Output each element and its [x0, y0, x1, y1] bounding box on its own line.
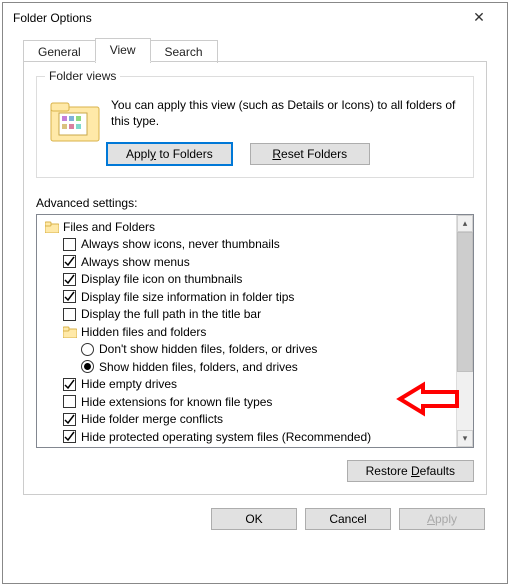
tree-item-full-path-title[interactable]: Display the full path in the title bar — [41, 306, 456, 322]
checkbox-icon — [63, 430, 76, 443]
checkbox-icon — [63, 308, 76, 321]
titlebar: Folder Options ✕ — [3, 3, 507, 30]
folder-views-text: You can apply this view (such as Details… — [107, 95, 463, 143]
window-title: Folder Options — [13, 11, 92, 25]
tab-search[interactable]: Search — [150, 40, 218, 63]
radio-icon — [81, 343, 94, 356]
reset-folders-button[interactable]: Reset Folders — [250, 143, 370, 165]
tree-item-hide-ext[interactable]: Hide extensions for known file types — [41, 394, 456, 410]
checkbox-icon — [63, 413, 76, 426]
tree-item-always-icons[interactable]: Always show icons, never thumbnails — [41, 236, 456, 252]
tree-item-hide-merge[interactable]: Hide folder merge conflicts — [41, 411, 456, 427]
advanced-settings-label: Advanced settings: — [36, 196, 474, 210]
tree-label: Hide extensions for known file types — [81, 395, 272, 409]
apply-button[interactable]: Apply — [399, 508, 485, 530]
tree-label: Show hidden files, folders, and drives — [99, 360, 298, 374]
vertical-scrollbar[interactable]: ▴ ▾ — [456, 215, 473, 447]
tree-item-hide-os[interactable]: Hide protected operating system files (R… — [41, 429, 456, 445]
scroll-up-icon[interactable]: ▴ — [457, 215, 473, 232]
tree-item-hide-empty[interactable]: Hide empty drives — [41, 376, 456, 392]
folder-views-icon — [49, 99, 101, 143]
tree-label: Hide empty drives — [81, 377, 177, 391]
checkbox-icon — [63, 378, 76, 391]
radio-icon — [81, 360, 94, 373]
checkbox-icon — [63, 395, 76, 408]
folder-icon — [45, 221, 59, 233]
folder-views-group: Folder views You can apply t — [36, 76, 474, 178]
dialog-button-row: OK Cancel Apply — [3, 496, 507, 544]
tree-item-file-size-tips[interactable]: Display file size information in folder … — [41, 289, 456, 305]
advanced-settings-tree: Files and Folders Always show icons, nev… — [36, 214, 474, 448]
tree-label: Hide folder merge conflicts — [81, 412, 223, 426]
ok-button[interactable]: OK — [211, 508, 297, 530]
checkbox-icon — [63, 255, 76, 268]
tree-item-always-menus[interactable]: Always show menus — [41, 254, 456, 270]
tree-label: Always show menus — [81, 255, 190, 269]
tree-label: Display file icon on thumbnails — [81, 272, 242, 286]
tree-radio-dont-show-hidden[interactable]: Don't show hidden files, folders, or dri… — [41, 341, 456, 357]
close-icon[interactable]: ✕ — [459, 9, 499, 26]
tree-label: Hide protected operating system files (R… — [81, 430, 371, 444]
checkbox-icon — [63, 290, 76, 303]
apply-to-folders-button[interactable]: Apply to Folders — [107, 143, 232, 165]
tree-group-files-folders: Files and Folders — [41, 219, 456, 235]
tab-general[interactable]: General — [23, 40, 96, 63]
tree-label: Always show icons, never thumbnails — [81, 237, 280, 251]
tree-radio-show-hidden[interactable]: Show hidden files, folders, and drives — [41, 359, 456, 375]
tab-view[interactable]: View — [95, 38, 151, 62]
tree-label: Files and Folders — [63, 220, 155, 234]
restore-defaults-button[interactable]: Restore Defaults — [347, 460, 474, 482]
tree-label: Display the full path in the title bar — [81, 307, 261, 321]
checkbox-icon — [63, 273, 76, 286]
tree-label: Don't show hidden files, folders, or dri… — [99, 342, 317, 356]
tab-body-view: Folder views You can apply t — [23, 61, 487, 495]
cancel-button[interactable]: Cancel — [305, 508, 391, 530]
tree-label: Hidden files and folders — [81, 325, 206, 339]
scroll-thumb[interactable] — [457, 232, 473, 372]
tree-item-file-icon-thumb[interactable]: Display file icon on thumbnails — [41, 271, 456, 287]
tree-label: Display file size information in folder … — [81, 290, 294, 304]
folder-views-legend: Folder views — [45, 69, 120, 83]
tab-strip: General View Search — [23, 38, 507, 62]
tree-group-hidden: Hidden files and folders — [41, 324, 456, 340]
checkbox-icon — [63, 238, 76, 251]
scroll-down-icon[interactable]: ▾ — [457, 430, 473, 447]
tree-viewport: Files and Folders Always show icons, nev… — [37, 215, 456, 447]
folder-options-window: Folder Options ✕ General View Search Fol… — [2, 2, 508, 584]
folder-icon — [63, 326, 77, 338]
